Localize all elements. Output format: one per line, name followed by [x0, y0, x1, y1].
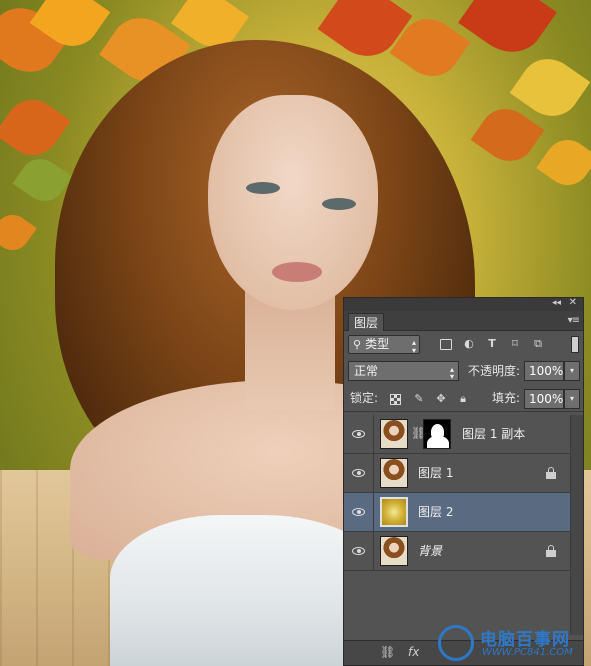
layer-name[interactable]: 背景 — [418, 532, 442, 571]
left-eye — [246, 182, 280, 194]
filter-toggle-switch[interactable] — [571, 336, 579, 353]
blend-mode-select[interactable]: 正常 ▴ ▾ — [348, 361, 459, 381]
lock-label: 锁定: — [350, 391, 379, 405]
fill-label: 填充: — [492, 391, 521, 405]
layer-list: ⛓︎ 图层 1 副本 图层 1 图层 2 背景 — [344, 415, 570, 571]
updown-arrows-icon: ▴ ▾ — [411, 338, 416, 355]
eye-icon — [352, 547, 365, 555]
filter-type-select[interactable]: ⚲ 类型 ▴ ▾ — [348, 335, 420, 355]
fx-icon[interactable]: fx — [408, 645, 419, 659]
layer-mask-thumbnail[interactable] — [423, 419, 451, 449]
eye-icon — [352, 430, 365, 438]
lock-position-icon[interactable]: ✥ — [434, 392, 448, 406]
layer-name[interactable]: 图层 2 — [418, 493, 453, 532]
watermark: 电脑百事网 WWW.PC841.COM — [438, 625, 588, 663]
opacity-label: 不透明度: — [468, 364, 521, 378]
layer-name[interactable]: 图层 1 — [418, 454, 453, 493]
visibility-toggle[interactable] — [344, 415, 374, 454]
collapse-arrows-icon[interactable]: ◂◂ — [552, 298, 561, 308]
layer-row[interactable]: 背景 — [344, 532, 570, 571]
layer-row[interactable]: 图层 2 — [344, 493, 570, 532]
blend-row: 正常 ▴ ▾ 不透明度: 100% ▾ — [344, 359, 583, 384]
layer-row[interactable]: ⛓︎ 图层 1 副本 — [344, 415, 570, 454]
smart-object-filter-icon[interactable]: ⧉ — [531, 337, 545, 351]
lock-icon — [546, 467, 556, 479]
layer-thumbnail — [380, 497, 408, 527]
lock-image-pixels-icon[interactable]: ✎ — [412, 392, 426, 406]
layer-name[interactable]: 图层 1 副本 — [462, 415, 525, 454]
panel-title-bar[interactable]: ◂◂ ✕ — [344, 297, 583, 311]
eye-icon — [352, 469, 365, 477]
tab-layers[interactable]: 图层 — [348, 313, 385, 331]
opacity-dropdown-button[interactable]: ▾ — [564, 361, 580, 381]
autumn-leaf — [458, 0, 557, 66]
watermark-logo — [438, 625, 474, 661]
filter-row: ⚲ 类型 ▴ ▾ ◐ T ⌑ ⧉ — [344, 332, 583, 357]
adjustment-filter-icon[interactable]: ◐ — [462, 337, 476, 351]
fill-input[interactable]: 100% — [524, 389, 564, 409]
eye-icon — [352, 508, 365, 516]
shape-filter-icon[interactable]: ⌑ — [508, 337, 522, 351]
updown-arrows-icon: ▴ ▾ — [449, 365, 454, 381]
search-icon: ⚲ — [353, 338, 362, 351]
layers-panel: ◂◂ ✕ 图层 ▾≡ ⚲ 类型 ▴ ▾ ◐ T ⌑ ⧉ 正常 ▴ ▾ 不透明度: 10… — [343, 297, 584, 666]
autumn-leaf — [0, 89, 71, 166]
autumn-leaf — [536, 131, 591, 194]
blend-mode-value: 正常 — [354, 364, 379, 378]
layer-thumbnail — [380, 536, 408, 566]
image-filter-icon[interactable] — [440, 339, 452, 350]
opacity-input[interactable]: 100% — [524, 361, 564, 381]
lips — [272, 262, 322, 282]
layer-thumbnail — [380, 419, 408, 449]
lock-transparent-pixels-icon[interactable] — [390, 394, 401, 405]
lock-all-icon[interactable]: 🔒︎ — [456, 392, 470, 406]
right-eye — [322, 198, 356, 210]
layer-row[interactable]: 图层 1 — [344, 454, 570, 493]
lock-row: 锁定: ✎ ✥ 🔒︎ 填充: 100% ▾ — [344, 387, 583, 412]
panel-tab-bar: 图层 ▾≡ — [344, 311, 583, 331]
fill-dropdown-button[interactable]: ▾ — [564, 389, 580, 409]
autumn-leaf — [0, 208, 37, 257]
visibility-toggle[interactable] — [344, 532, 374, 571]
filter-type-label: 类型 — [365, 337, 390, 351]
type-filter-icon[interactable]: T — [485, 337, 499, 351]
close-icon[interactable]: ✕ — [569, 297, 577, 308]
watermark-url: WWW.PC841.COM — [482, 647, 573, 658]
visibility-toggle[interactable] — [344, 454, 374, 493]
layer-thumbnail — [380, 458, 408, 488]
lock-icon — [546, 545, 556, 557]
panel-menu-icon[interactable]: ▾≡ — [568, 315, 580, 326]
layers-scrollbar[interactable] — [570, 415, 583, 635]
visibility-toggle[interactable] — [344, 493, 374, 532]
link-layers-icon[interactable]: ⛓︎ — [380, 645, 395, 659]
